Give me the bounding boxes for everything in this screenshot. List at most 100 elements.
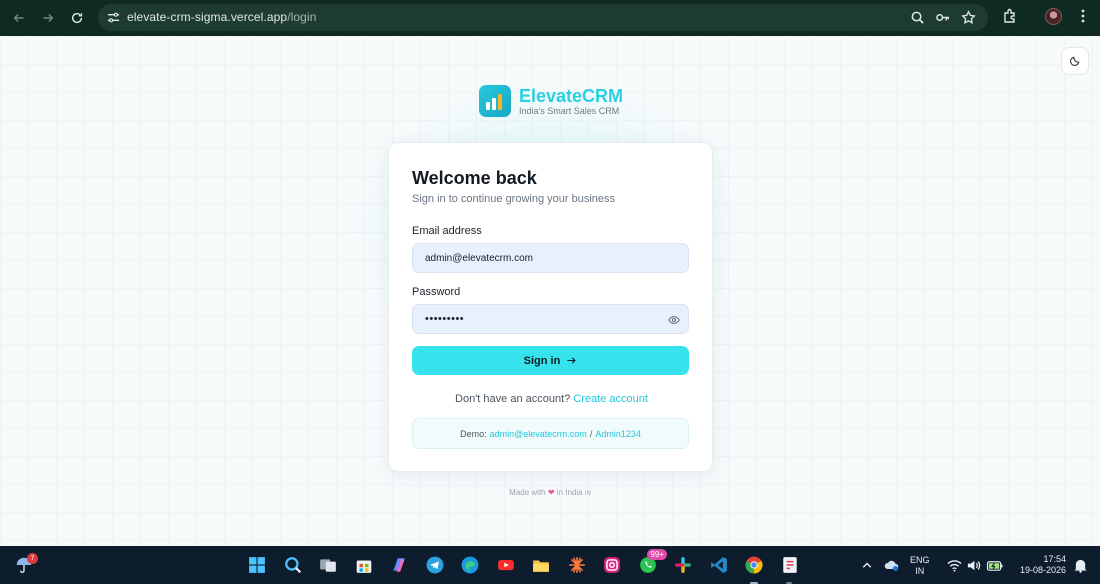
login-subtitle: Sign in to continue growing your busines…: [412, 193, 616, 205]
file-explorer-app[interactable]: [531, 555, 551, 575]
youtube-icon: [498, 559, 514, 571]
demo-separator: /: [589, 428, 593, 439]
create-account-link[interactable]: Create account: [573, 393, 648, 405]
arrow-right-icon: [567, 357, 577, 364]
url-host: elevate-crm-sigma.vercel.app: [127, 10, 288, 24]
sign-in-button[interactable]: Sign in: [412, 346, 689, 375]
task-view-icon: [320, 559, 336, 572]
battery-tray[interactable]: [985, 555, 1005, 575]
demo-credentials: Demo: admin@elevatecrm.com / Admin1234: [412, 418, 689, 449]
password-key-icon[interactable]: [935, 10, 950, 25]
bookmark-star-icon[interactable]: [961, 10, 976, 25]
page-footer: Made with ❤ in India IN: [0, 488, 1100, 497]
task-view[interactable]: [318, 555, 338, 575]
zoom-icon[interactable]: [910, 10, 925, 25]
chevron-up-icon: [862, 562, 872, 568]
edge-icon: [461, 556, 479, 574]
telegram-icon: [426, 556, 444, 574]
copilot-app[interactable]: [389, 555, 409, 575]
site-settings-icon[interactable]: [106, 10, 121, 25]
store-app[interactable]: [354, 555, 374, 575]
slack-app[interactable]: [673, 555, 693, 575]
brand-text: ElevateCRM India's Smart Sales CRM: [519, 86, 623, 117]
back-button[interactable]: [8, 7, 30, 29]
more-menu-icon[interactable]: [1075, 8, 1091, 24]
store-icon: [356, 560, 372, 573]
footer-flag: IN: [584, 491, 591, 497]
moon-icon: [1070, 56, 1080, 66]
arrow-right-icon: [43, 14, 54, 22]
heart-icon: ❤: [547, 488, 555, 497]
battery-charging-icon: [986, 560, 1003, 571]
login-title: Welcome back: [412, 168, 537, 188]
whatsapp-app[interactable]: 99+: [638, 549, 667, 575]
youtube-app[interactable]: [496, 555, 516, 575]
login-page: ElevateCRM India's Smart Sales CRM Welco…: [0, 36, 1100, 546]
copilot-icon: [393, 558, 405, 572]
weather-badge: 7: [27, 553, 38, 564]
address-bar[interactable]: elevate-crm-sigma.vercel.app/login: [98, 4, 988, 31]
url-text: elevate-crm-sigma.vercel.app/login: [127, 10, 317, 24]
instagram-icon: [604, 557, 620, 573]
demo-password: Admin1234: [595, 428, 641, 439]
extensions-icon[interactable]: [1002, 8, 1018, 24]
clock-date: 19-08-2026: [1019, 565, 1066, 575]
wifi-tray[interactable]: [944, 555, 964, 575]
theme-toggle-button[interactable]: [1061, 47, 1089, 75]
demo-prefix: Demo:: [460, 428, 487, 439]
region-code: IN: [915, 566, 925, 576]
windows-logo-icon: [249, 557, 265, 573]
login-card: Welcome back Sign in to continue growing…: [388, 142, 713, 472]
brand-header: ElevateCRM India's Smart Sales CRM: [479, 84, 623, 118]
profile-avatar[interactable]: [1045, 8, 1062, 25]
windows-taskbar: 99+ ENG IN 17:54 19-08-2026: [0, 546, 1100, 584]
arrow-left-icon: [13, 14, 24, 22]
language-code: ENG: [910, 555, 930, 565]
chrome-icon: [745, 556, 763, 574]
folder-icon: [533, 560, 549, 572]
reload-button[interactable]: [66, 7, 88, 29]
eye-icon[interactable]: [668, 314, 680, 326]
vscode-icon: [711, 557, 727, 573]
reload-icon: [71, 12, 83, 24]
onedrive-tray[interactable]: [882, 555, 902, 575]
clock-time: 17:54: [1043, 554, 1066, 564]
vscode-app[interactable]: [709, 555, 729, 575]
edge-app[interactable]: [460, 555, 480, 575]
forward-button[interactable]: [37, 7, 59, 29]
brand-tagline: India's Smart Sales CRM: [519, 105, 620, 116]
snipping-tool-app[interactable]: [780, 555, 800, 575]
volume-tray[interactable]: [963, 555, 983, 575]
create-account-row: Don't have an account? Create account: [389, 393, 714, 405]
start-button[interactable]: [247, 555, 267, 575]
brand-name: ElevateCRM: [519, 85, 624, 106]
chrome-app[interactable]: [744, 555, 764, 575]
email-label: Email address: [412, 225, 482, 237]
password-field[interactable]: •••••••••: [412, 304, 689, 334]
footer-in-india: in India: [556, 488, 583, 497]
password-value: •••••••••: [425, 313, 465, 325]
demo-email: admin@elevatecrm.com: [489, 428, 587, 439]
wifi-icon: [946, 559, 962, 572]
email-field[interactable]: admin@elevatecrm.com: [412, 243, 689, 273]
whatsapp-badge: 99+: [647, 549, 667, 560]
language-indicator[interactable]: ENG IN: [910, 555, 930, 577]
taskbar-search[interactable]: [283, 555, 303, 575]
url-path: /login: [287, 10, 317, 24]
browser-toolbar: elevate-crm-sigma.vercel.app/login: [0, 0, 1100, 36]
no-account-text: Don't have an account?: [455, 393, 571, 405]
telegram-app[interactable]: [425, 555, 445, 575]
sunburst-app[interactable]: [567, 555, 587, 575]
email-value: admin@elevatecrm.com: [425, 252, 533, 264]
notification-center[interactable]: [1070, 555, 1090, 575]
password-label: Password: [412, 286, 461, 298]
starburst-icon: [569, 557, 585, 573]
tray-overflow[interactable]: [857, 555, 877, 575]
clock[interactable]: 17:54 19-08-2026: [1010, 554, 1066, 576]
bell-icon: [1073, 559, 1087, 573]
cloud-sync-icon: [884, 560, 899, 571]
instagram-app[interactable]: [602, 555, 622, 575]
snipping-icon: [783, 557, 797, 573]
chart-logo-icon: [479, 85, 511, 117]
sign-in-label: Sign in: [523, 354, 561, 367]
